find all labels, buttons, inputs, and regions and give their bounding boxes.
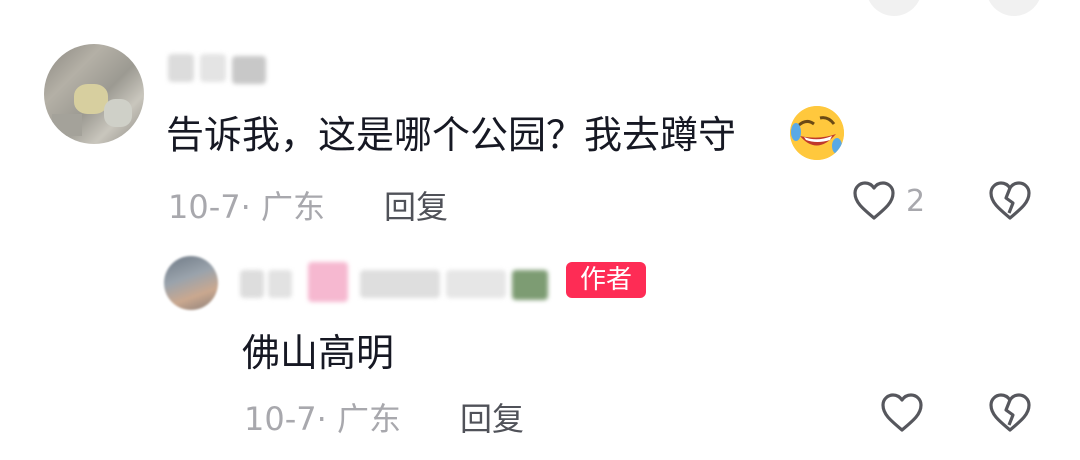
rolling-on-floor-laughing-emoji [790,106,844,160]
heart-outline-icon [880,392,924,438]
reply-reply-button[interactable]: 回复 [460,394,524,440]
broken-heart-icon [988,392,1032,438]
heart-outline-icon [852,180,896,226]
comment-like-button[interactable]: 2 [852,180,952,224]
commenter-username-blurred[interactable] [168,54,272,84]
commenter-avatar[interactable] [44,44,144,144]
top-action-circle[interactable] [866,0,922,16]
reply-dislike-button[interactable] [988,392,1032,434]
top-action-circle[interactable] [986,0,1042,16]
comment-reply-button[interactable]: 回复 [384,182,448,228]
broken-heart-icon [988,180,1032,226]
comment-meta: 10-7· 广东 [168,188,325,226]
author-username-blurred[interactable] [240,262,550,306]
reply-meta: 10-7· 广东 [244,400,401,438]
reply-like-button[interactable] [880,392,924,434]
comment-text: 告诉我，这是哪个公园？我去蹲守 [166,113,737,157]
reply-text: 佛山高明 [242,331,395,375]
author-badge: 作者 [566,262,646,298]
like-count: 2 [906,184,926,219]
author-avatar[interactable] [164,256,218,310]
comment-dislike-button[interactable] [988,180,1032,222]
